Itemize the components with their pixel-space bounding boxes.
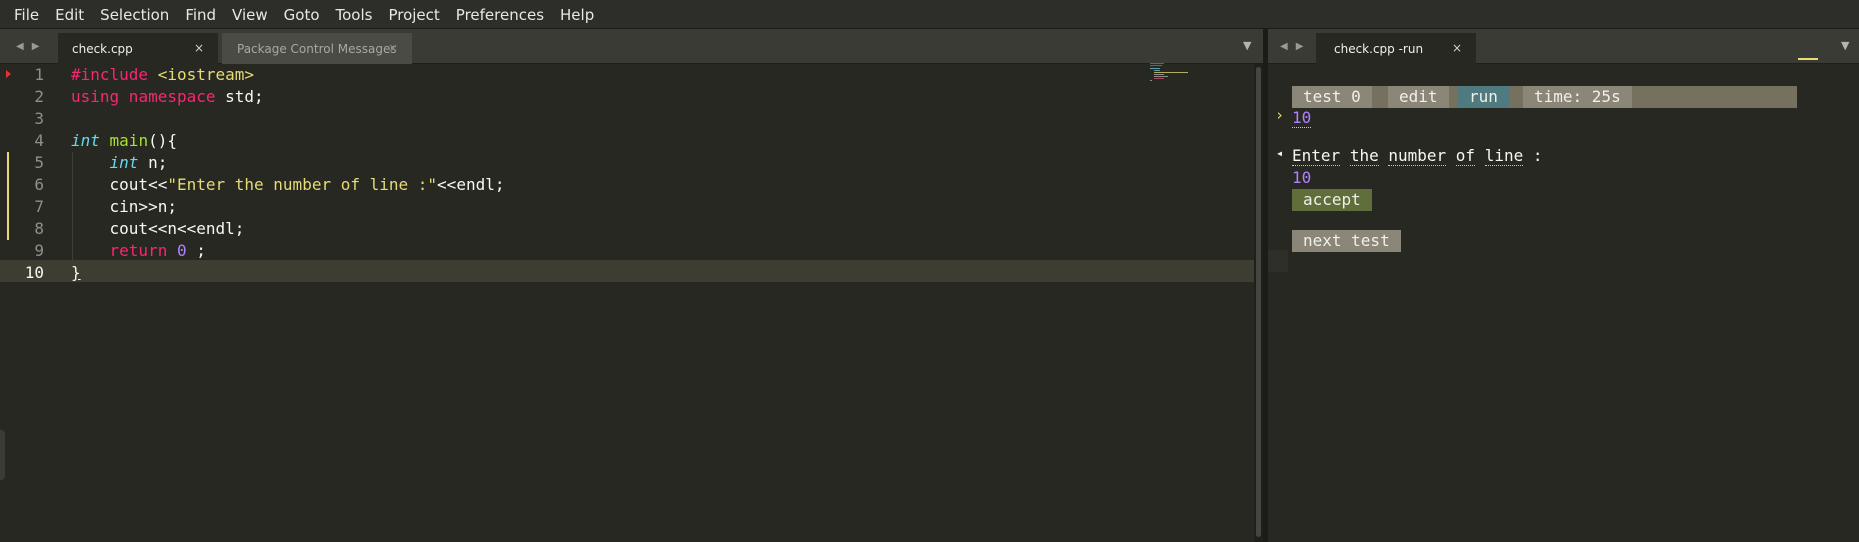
minimap[interactable]	[1148, 63, 1198, 85]
sidebar-handle[interactable]	[0, 430, 5, 480]
line-number-gutter: 1 2 3 4 5 6 7 8 9 10	[0, 64, 58, 542]
line-number: 5	[34, 153, 44, 172]
test-button[interactable]: test 0	[1292, 86, 1372, 108]
scrollbar-thumb[interactable]	[1256, 67, 1261, 537]
accept-button[interactable]: accept	[1292, 189, 1372, 211]
menu-project[interactable]: Project	[380, 0, 447, 29]
code-line-2: using namespace std;	[71, 87, 264, 106]
tab-check-cpp[interactable]: check.cpp ×	[58, 33, 218, 64]
code-line-8: cout<<n<<endl;	[71, 219, 245, 238]
line-number: 9	[34, 241, 44, 260]
input-marker-icon: ›	[1275, 106, 1285, 124]
code-line-4: int main(){	[71, 131, 177, 150]
current-line-highlight	[0, 260, 1254, 282]
next-test-button[interactable]: next test	[1292, 230, 1401, 252]
code-line-6: cout<<"Enter the number of line :"<<endl…	[109, 175, 505, 194]
tab-list-dropdown-icon[interactable]: ▼	[1243, 39, 1251, 52]
tab-label: Package Control Messages	[237, 41, 397, 56]
menu-tools[interactable]: Tools	[328, 0, 381, 29]
menu-edit[interactable]: Edit	[47, 0, 92, 29]
tab-nav-arrows: ◀ ▶	[1276, 29, 1307, 63]
run-button[interactable]: run	[1458, 86, 1509, 108]
code-line-5: int n;	[109, 153, 168, 172]
line-number-current: 10	[24, 263, 44, 282]
tab-next-icon[interactable]: ▶	[1292, 41, 1308, 52]
code-line-10: }	[71, 263, 81, 282]
line-number: 3	[34, 109, 44, 128]
line-number: 6	[34, 175, 44, 194]
menu-file[interactable]: File	[6, 0, 47, 29]
close-icon[interactable]: ×	[194, 41, 204, 55]
code-line-1: #include <iostream>	[71, 65, 255, 84]
menu-view[interactable]: View	[224, 0, 276, 29]
tab-list-dropdown-icon[interactable]: ▼	[1841, 39, 1849, 52]
line-number: 2	[34, 87, 44, 106]
line-number: 4	[34, 131, 44, 150]
tab-label: check.cpp	[72, 41, 133, 56]
menu-selection[interactable]: Selection	[92, 0, 177, 29]
code-editor[interactable]: 1 2 3 4 5 6 7 8 9 10 #include <iostream>…	[0, 64, 1254, 542]
tab-prev-icon[interactable]: ◀	[1276, 41, 1292, 52]
line-number: 7	[34, 197, 44, 216]
menu-goto[interactable]: Goto	[276, 0, 328, 29]
edit-button[interactable]: edit	[1388, 86, 1449, 108]
run-panel: test 0 edit run time: 25s › 10 ◂ Enter t…	[1268, 58, 1859, 542]
vertical-scrollbar[interactable]	[1254, 64, 1263, 542]
tab-strip-right: ◀ ▶ check.cpp -run × ▼	[1268, 29, 1859, 64]
minimap-marker	[1798, 58, 1818, 60]
line-number: 8	[34, 219, 44, 238]
tab-strip-left: ◀ ▶ check.cpp × Package Control Messages…	[0, 29, 1263, 64]
menu-bar: File Edit Selection Find View Goto Tools…	[0, 0, 1859, 29]
menu-preferences[interactable]: Preferences	[448, 0, 552, 29]
input-value[interactable]: 10	[1292, 108, 1312, 128]
tab-prev-icon[interactable]: ◀	[12, 41, 28, 52]
menu-find[interactable]: Find	[177, 0, 224, 29]
menu-help[interactable]: Help	[552, 0, 602, 29]
current-line-highlight	[1268, 250, 1288, 272]
close-icon[interactable]: ×	[1452, 41, 1462, 55]
line-number: 1	[34, 65, 44, 84]
time-badge: time: 25s	[1523, 86, 1632, 108]
code-line-9: return 0 ;	[109, 241, 206, 260]
code-line-7: cin>>n;	[71, 197, 177, 216]
output-marker-icon: ◂	[1276, 146, 1284, 160]
output-text: Enter the number of line :	[1292, 146, 1543, 166]
tab-next-icon[interactable]: ▶	[28, 41, 44, 52]
tab-label: check.cpp -run	[1334, 41, 1424, 56]
tab-check-cpp-run[interactable]: check.cpp -run ×	[1316, 33, 1476, 64]
output-value: 10	[1292, 168, 1312, 187]
close-icon[interactable]: ×	[388, 41, 398, 55]
tab-package-control-messages[interactable]: Package Control Messages ×	[222, 33, 412, 64]
tab-nav-arrows: ◀ ▶	[12, 29, 43, 63]
